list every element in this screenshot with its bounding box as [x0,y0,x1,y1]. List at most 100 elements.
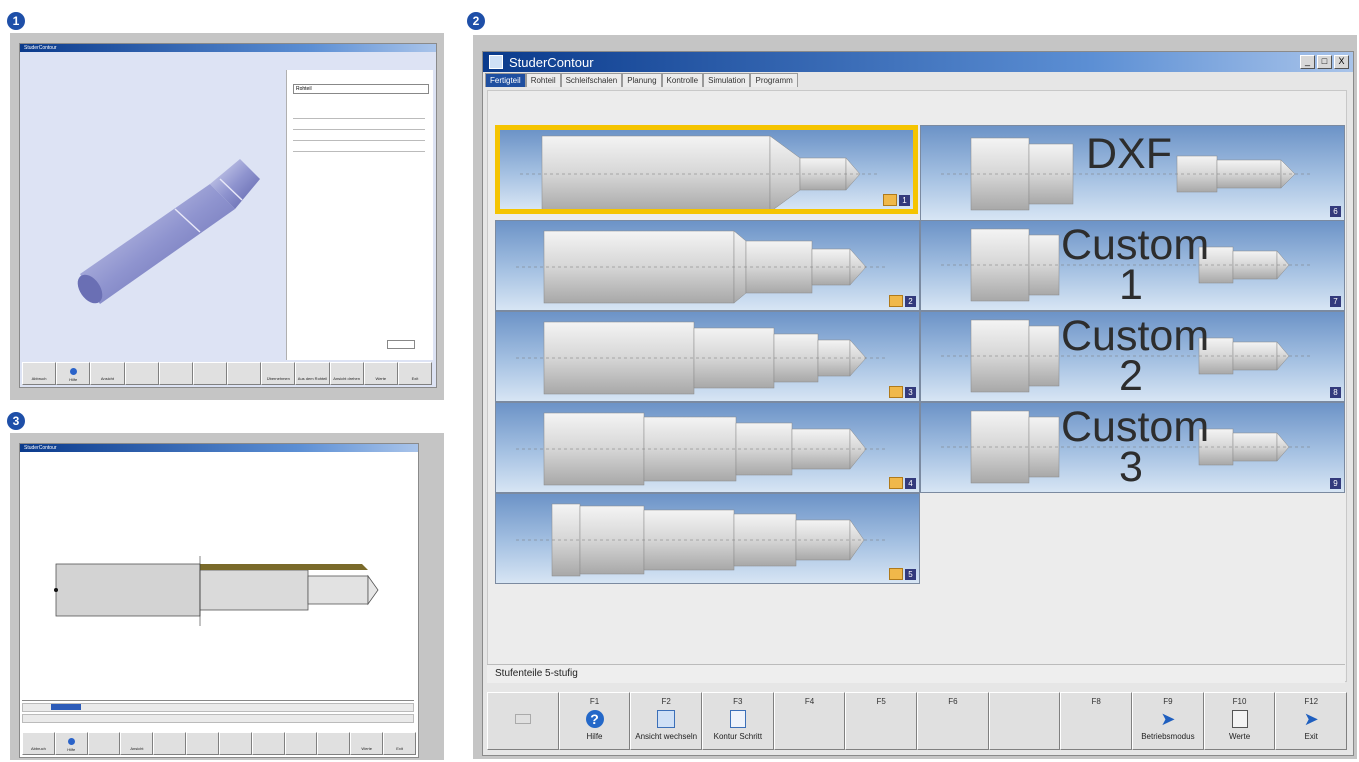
badge-2: 2 [467,12,485,30]
tile-number: 8 [1330,387,1341,398]
fkey-f8[interactable]: F8 [1060,692,1133,750]
panel-3-title: StuderContour [24,445,57,451]
panel-1-frame: StuderContour Rohteil Abbruch Hilfe Ansi… [10,33,444,400]
tile-label-custom-1: Custom 1 [1061,221,1210,309]
panel-1-fkey-2[interactable]: Ansicht [90,362,125,385]
shaft-5-step-icon [516,412,886,486]
tab-simulation[interactable]: Simulation [703,73,751,87]
panel-3-fkey-5[interactable] [186,732,219,755]
panel-1-titlebar: StuderContour [20,44,436,52]
minimize-button[interactable]: _ [1300,55,1315,69]
main-tab-row: Fertigteil Rohteil Schleifschalen Planun… [485,73,798,87]
panel-3-fkey-2[interactable] [87,732,121,755]
panel-3-fkey-3[interactable]: Ansicht [120,732,154,755]
tile-label-custom-3: Custom 3 [1061,403,1210,489]
view-switch-button[interactable]: F2 Ansicht wechseln [630,692,703,750]
panel-3-fkey-1[interactable]: Hilfe [54,732,88,755]
panel-3-fkey-11[interactable]: Exit [383,732,416,755]
operation-mode-button[interactable]: F9 ➤ Betriebsmodus [1132,692,1204,750]
tab-fertigteil[interactable]: Fertigteil [485,73,526,87]
panel-1-fkey-bar: Abbruch Hilfe Ansicht Übernehmen Aus dem… [22,362,433,385]
fkey-f5[interactable]: F5 [845,692,918,750]
arrow-right-icon: ➤ [1160,708,1176,729]
panel-3-fkey-6[interactable] [218,732,252,755]
panel-3-row-1[interactable] [22,703,414,712]
panel-1-fkey-0[interactable]: Abbruch [22,362,57,385]
tile-label-line2: 1 [1119,261,1143,309]
panel-1-fkey-8[interactable]: Aus dem Rohteil [295,362,330,385]
tab-kontrolle[interactable]: Kontrolle [661,73,704,87]
part-tile-4[interactable]: 4 [495,402,920,493]
panel-1-window: StuderContour Rohteil Abbruch Hilfe Ansi… [19,43,437,388]
status-bar [487,664,1345,683]
fkey-f6[interactable]: F6 [917,692,989,750]
panel-1-fkey-4[interactable] [158,362,193,385]
panel-3-data-table [22,694,414,730]
panel-1-fkey-9[interactable]: Ansicht drehen [329,362,364,385]
tile-number: 5 [905,569,916,580]
view-icon [657,710,676,728]
tab-planung[interactable]: Planung [622,73,662,87]
panel-3-help-icon [67,738,75,745]
fkey-f4[interactable]: F4 [773,692,846,750]
tab-programm[interactable]: Programm [750,73,798,87]
help-icon: ? [585,710,604,728]
fkey-blank-0[interactable] [487,692,559,750]
panel-1-fkey-11[interactable]: Exit [397,362,433,385]
tab-rohteil[interactable]: Rohteil [525,73,561,87]
part-tile-9-custom-3[interactable]: Custom 3 9 [920,402,1345,493]
panel-3-titlebar: StuderContour [20,444,418,452]
panel-3-fkey-10[interactable]: Werte [350,732,384,755]
panel-1-dropdown[interactable]: Rohteil [293,84,429,94]
panel-1-fkey-3[interactable] [124,362,159,385]
tile-number: 7 [1330,296,1341,307]
exit-button[interactable]: F12 ➤ Exit [1275,692,1348,750]
folder-icon [889,568,903,580]
tile-number: 9 [1330,478,1341,489]
panel-3-fkey-4[interactable] [153,732,187,755]
values-button[interactable]: F10 Werte [1203,692,1276,750]
part-tile-1[interactable]: 1 [495,125,918,214]
exit-icon: ➤ [1303,708,1319,729]
tile-label-line1: Custom [1061,403,1210,451]
panel-3-fkey-8[interactable] [284,732,318,755]
fkey-blank-7[interactable] [988,692,1061,750]
panel-3-fkey-0[interactable]: Abbruch [22,732,55,755]
shaft-2-step-icon [520,135,880,209]
main-fkey-bar: F1 ? Hilfe F2 Ansicht wechseln F3 Kontur… [487,692,1348,750]
folder-icon [883,194,897,206]
part-tile-5[interactable]: 5 [495,493,920,584]
folder-icon [889,386,903,398]
maximize-button[interactable]: □ [1317,55,1332,69]
close-button[interactable]: X [1334,55,1349,69]
tab-schleifschalen[interactable]: Schleifschalen [560,73,623,87]
panel-1-fkey-10[interactable]: Werte [363,362,398,385]
part-tile-3[interactable]: 3 [495,311,920,402]
part-tile-6-dxf[interactable]: DXF 6 [920,125,1345,221]
panel-1-fkey-5[interactable] [192,362,228,385]
blank-icon [514,714,531,724]
contour-icon [729,710,746,728]
tile-number: 6 [1330,206,1341,217]
panel-1-fkey-1[interactable]: Hilfe [56,362,91,385]
folder-icon [889,477,903,489]
part-tile-8-custom-2[interactable]: Custom 2 8 [920,311,1345,402]
panel-1-fkey-7[interactable]: Übernehmen [261,362,296,385]
app-icon [489,55,503,69]
help-button[interactable]: F1 ? Hilfe [558,692,631,750]
panel-3-window: StuderContour Abbruch Hilfe Ansicht Wert… [19,443,419,758]
panel-3-fkey-9[interactable] [317,732,351,755]
values-icon [1231,710,1248,728]
tile-label-line1: Custom [1061,221,1210,269]
panel-1-fkey-6[interactable] [227,362,262,385]
main-window: StuderContour _ □ X Fertigteil Rohteil S… [482,51,1354,756]
panel-3-row-2[interactable] [22,714,414,723]
shaft-4-step-icon [516,321,886,395]
contour-step-button[interactable]: F3 Kontur Schritt [702,692,774,750]
part-tile-2[interactable]: 2 [495,220,920,311]
part-tile-7-custom-1[interactable]: Custom 1 7 [920,220,1345,311]
window-controls: _ □ X [1300,55,1349,69]
panel-1-bottom-field[interactable] [387,340,415,349]
tile-number: 1 [899,195,910,206]
panel-3-fkey-7[interactable] [251,732,285,755]
